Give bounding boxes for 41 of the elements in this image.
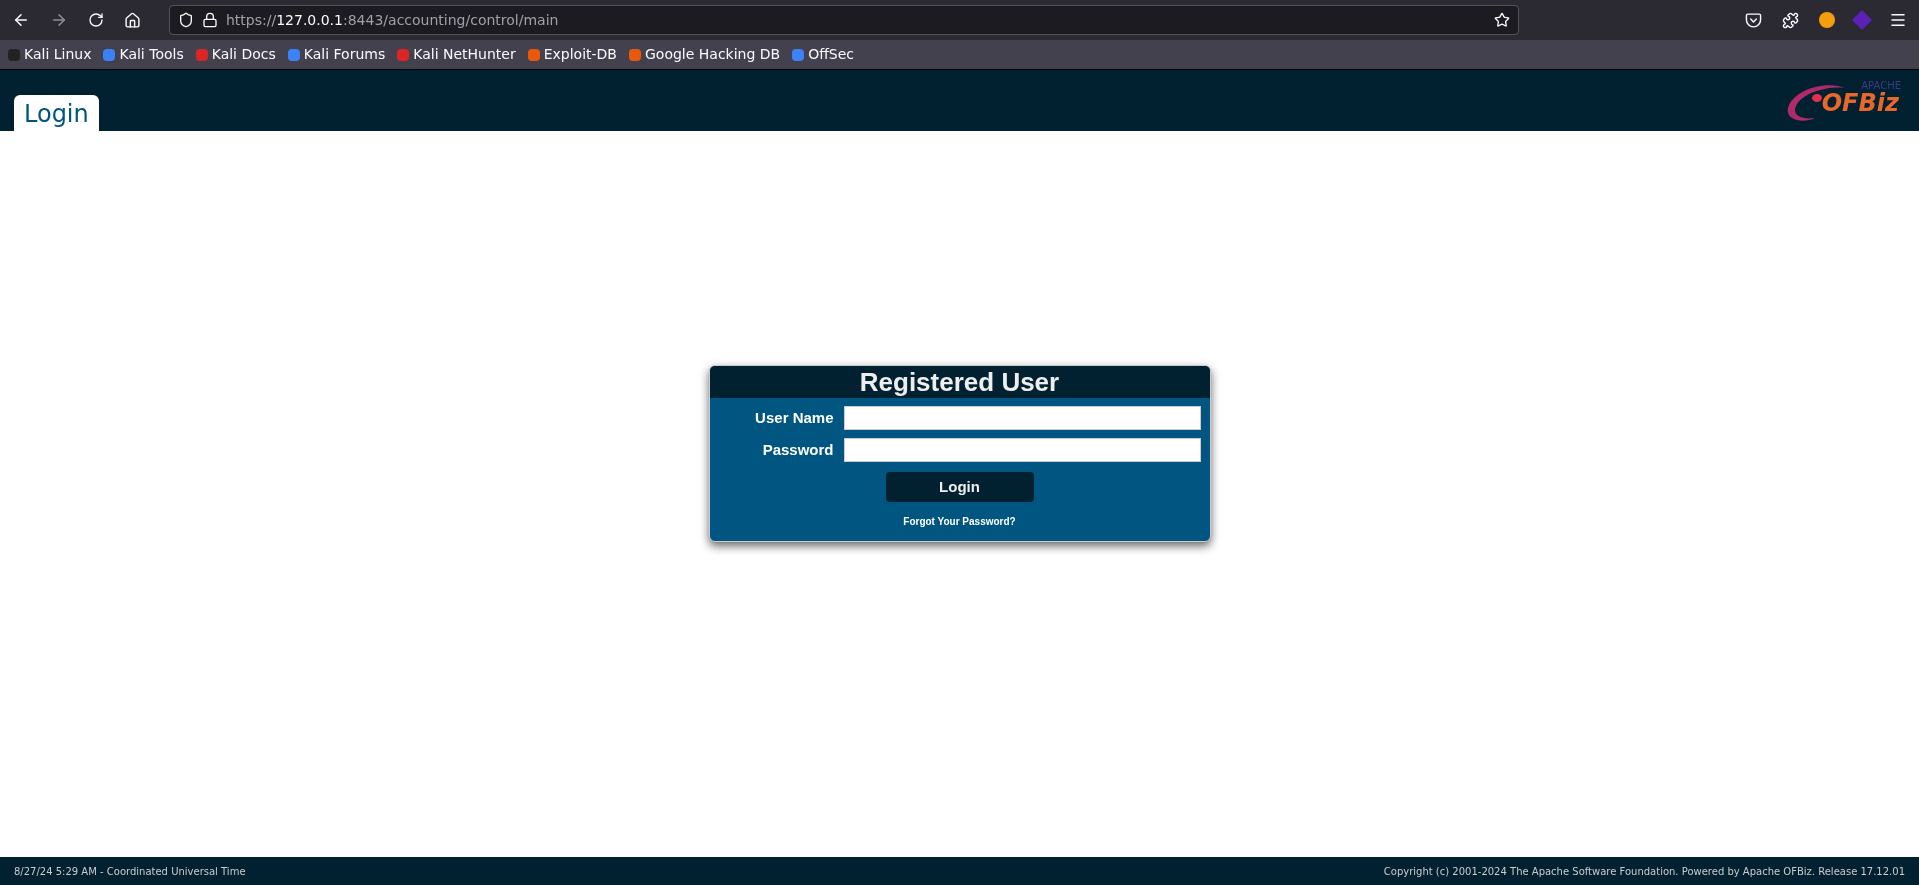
back-icon[interactable] (12, 11, 30, 29)
footer-copyright: Copyright (c) 2001-2024 The Apache Software Foundation. Powered by Apache OFBiz. Release 17.12.01 (1383, 864, 1905, 879)
input-field[interactable] (843, 438, 1201, 462)
footer-timestamp: 8/27/24 5:29 AM - Coordinated Universal Time (14, 864, 246, 879)
header-tab[interactable]: Login (14, 95, 99, 131)
bookmark-favicon-icon (397, 48, 410, 61)
lock-icon[interactable] (202, 12, 218, 28)
url-text: https://127.0.0.1:8443/accounting/control/main (226, 10, 559, 30)
bookmark-favicon-icon (792, 48, 805, 61)
bookmark-item[interactable]: Kali Tools (103, 44, 184, 65)
bookmark-item[interactable]: OffSec (792, 44, 855, 65)
login-title: Registered User (709, 366, 1210, 398)
shield-icon[interactable] (178, 12, 194, 28)
bookmark-favicon-icon (195, 48, 208, 61)
bookmark-favicon-icon (527, 48, 540, 61)
home-icon[interactable] (124, 11, 141, 29)
bookmark-favicon-icon (8, 48, 20, 61)
bookmark-item[interactable]: Kali Linux (8, 44, 92, 65)
bookmark-favicon-icon (629, 48, 641, 61)
bookmark-star-icon[interactable] (1494, 12, 1510, 28)
extension-icon[interactable] (1819, 12, 1835, 28)
field-label: Password (761, 439, 834, 460)
extensions-icon[interactable] (1782, 11, 1799, 29)
input-field[interactable] (843, 406, 1201, 430)
bookmark-item[interactable]: Kali Forums (287, 44, 386, 65)
reload-icon[interactable] (88, 12, 104, 28)
bookmark-favicon-icon (287, 48, 300, 61)
menu-icon[interactable] (1889, 11, 1907, 29)
forgot-password-link[interactable]: Forgot Your Password? (903, 514, 1016, 529)
logo-main-text: OFBiz (1821, 90, 1899, 115)
bookmark-item[interactable]: Exploit-DB (527, 44, 617, 65)
login-button[interactable]: Login (885, 472, 1034, 502)
forward-icon[interactable] (50, 11, 68, 29)
logo-top-text: APACHE (1861, 80, 1901, 91)
bookmark-item[interactable]: Google Hacking DB (629, 44, 781, 65)
bookmark-item[interactable]: Kali NetHunter (397, 44, 516, 65)
bookmark-item[interactable]: Kali Docs (195, 44, 276, 65)
address-bar[interactable]: https://127.0.0.1:8443/accounting/control/main (169, 5, 1519, 35)
bookmark-favicon-icon (103, 48, 116, 61)
pocket-icon[interactable] (1745, 11, 1762, 29)
field-label: User Name (754, 407, 834, 428)
